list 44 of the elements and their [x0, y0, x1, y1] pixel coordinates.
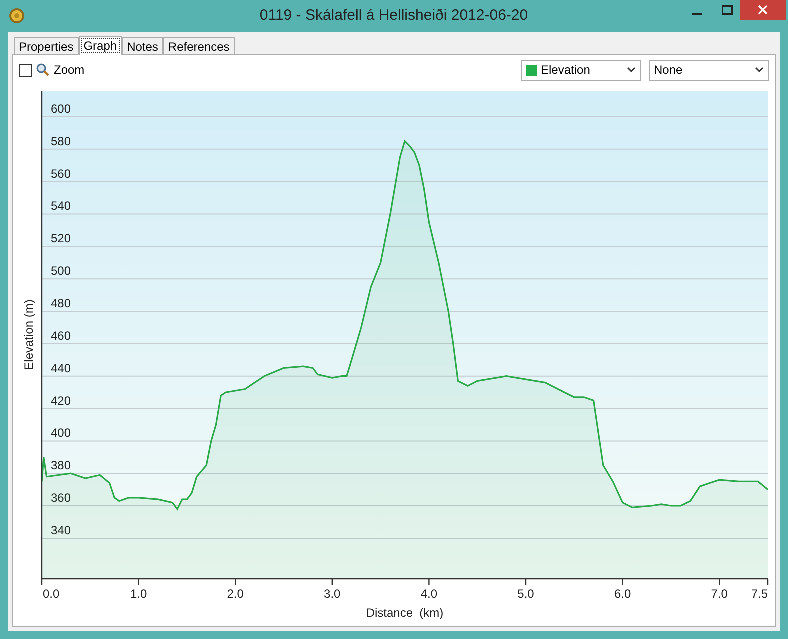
y-tick-label: 380: [51, 458, 72, 473]
y-tick-label: 360: [51, 491, 72, 506]
y-tick-label: 500: [51, 264, 72, 278]
y-tick-label: 400: [51, 426, 72, 440]
window-title: 0119 - Skálafell á Hellisheiði 2012-06-20: [260, 6, 528, 26]
y-tick-label: 340: [51, 523, 72, 538]
x-tick-label: 4.0: [420, 587, 438, 601]
app-icon: [9, 8, 25, 24]
x-tick-label: 7.0: [711, 587, 728, 601]
x-tick-label: 0.0: [43, 587, 60, 601]
dropdown[interactable]: Elevation: [521, 60, 641, 80]
tab[interactable]: Properties: [14, 37, 79, 54]
x-tick-label: 6.0: [614, 587, 632, 601]
y-tick-label: 600: [51, 102, 72, 116]
x-tick-label: 7.5: [751, 587, 768, 601]
y-tick-label: 480: [51, 296, 72, 310]
y-tick-label: 520: [51, 232, 72, 246]
close-button[interactable]: [740, 0, 786, 20]
tab[interactable]: Graph: [78, 36, 122, 55]
tab[interactable]: Notes: [122, 37, 164, 54]
y-tick-label: 560: [51, 166, 72, 181]
magnifier-icon: [36, 63, 50, 77]
chevron-icon: [755, 67, 764, 73]
zoom-label: Zoom: [54, 62, 85, 79]
y-tick-label: 540: [51, 199, 72, 214]
y-axis-title: Elevation (m): [22, 300, 36, 370]
close-icon: [758, 5, 768, 15]
maximize-icon: [722, 5, 732, 15]
x-tick-label: 5.0: [518, 587, 534, 601]
tab[interactable]: References: [163, 37, 235, 54]
x-tick-label: 2.0: [227, 587, 244, 601]
minimize-icon: [692, 13, 702, 15]
y-tick-label: 440: [51, 361, 72, 376]
dropdown[interactable]: None: [649, 60, 769, 80]
y-tick-label: 420: [51, 394, 72, 408]
y-tick-label: 580: [51, 134, 72, 148]
x-tick-label: 1.0: [130, 587, 148, 601]
checkbox[interactable]: [19, 64, 32, 76]
dropdown-value: None: [654, 62, 684, 79]
x-axis-title: Distance (km): [366, 606, 444, 620]
dropdown-value: Elevation: [541, 62, 592, 79]
chevron-icon: [627, 67, 636, 73]
y-tick-label: 460: [51, 328, 72, 343]
x-tick-label: 3.0: [324, 587, 341, 601]
